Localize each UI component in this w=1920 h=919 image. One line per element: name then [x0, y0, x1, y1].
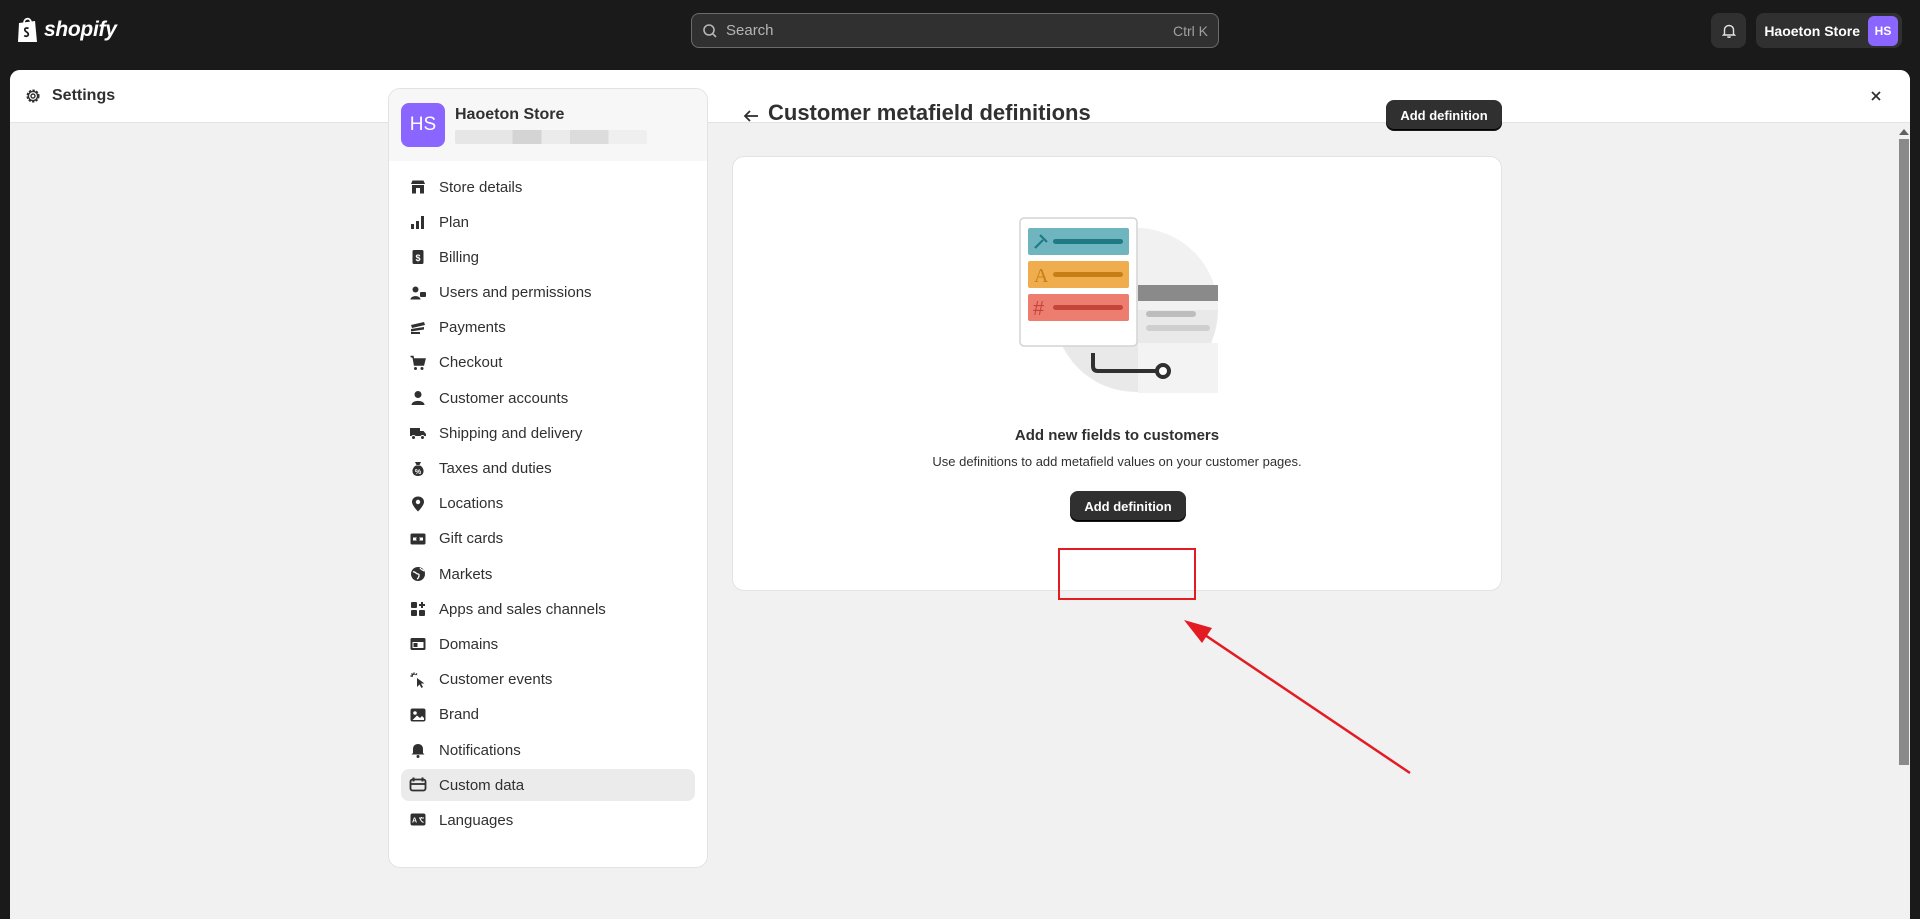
cart-icon [409, 354, 427, 372]
sidebar-item-users-and-permissions[interactable]: Users and permissions [401, 277, 695, 309]
search-placeholder: Search [726, 22, 774, 39]
gear-icon [26, 89, 40, 103]
sidebar-item-billing[interactable]: $ Billing [401, 241, 695, 273]
page-title: Customer metafield definitions [768, 100, 1091, 125]
sidebar-item-taxes-and-duties[interactable]: % Taxes and duties [401, 453, 695, 485]
sidebar-item-label: Plan [439, 213, 470, 231]
store-url-redacted [455, 130, 647, 144]
sidebar-item-apps-and-sales-channels[interactable]: Apps and sales channels [401, 593, 695, 625]
empty-state-description: Use definitions to add metafield values … [932, 454, 1302, 469]
svg-text:$: $ [415, 253, 420, 263]
store-icon [409, 178, 427, 196]
sidebar-item-label: Gift cards [439, 530, 504, 548]
metafields-illustration: A # [1019, 217, 1218, 393]
sidebar-item-customer-accounts[interactable]: Customer accounts [401, 382, 695, 414]
sidebar-item-payments[interactable]: Payments [401, 312, 695, 344]
settings-sidebar: HS Haoeton Store Store details Plan $ Billi… [388, 88, 708, 868]
sidebar-item-label: Locations [439, 495, 504, 513]
empty-state-add-definition-button[interactable]: Add definition [1070, 491, 1186, 521]
logo-text: shopify [44, 18, 117, 41]
payments-icon [409, 319, 427, 337]
bell-icon [409, 741, 427, 759]
scrollbar[interactable] [1896, 127, 1910, 919]
sidebar-item-custom-data[interactable]: Custom data [401, 769, 695, 802]
sidebar-item-brand[interactable]: Brand [401, 699, 695, 731]
store-avatar: HS [401, 103, 445, 147]
plan-icon [409, 213, 427, 231]
sidebar-item-customer-events[interactable]: Customer events [401, 664, 695, 696]
sidebar-item-label: Domains [439, 635, 499, 653]
sidebar-item-languages[interactable]: A Languages [401, 804, 695, 836]
language-icon: A [409, 811, 427, 829]
add-definition-button[interactable]: Add definition [1386, 100, 1502, 130]
sidebar-item-label: Custom data [439, 776, 525, 794]
store-name: Haoeton Store [1764, 22, 1860, 39]
store-menu-button[interactable]: Haoeton Store HS [1756, 13, 1902, 48]
sidebar-item-notifications[interactable]: Notifications [401, 734, 695, 766]
gift-card-icon [409, 530, 427, 548]
sidebar-item-label: Notifications [439, 741, 521, 759]
sidebar-item-label: Customer accounts [439, 389, 569, 407]
modal-title: Settings [52, 87, 116, 104]
back-button[interactable] [738, 103, 764, 129]
svg-text:A: A [412, 818, 417, 825]
sidebar-item-markets[interactable]: Markets [401, 558, 695, 590]
sidebar-item-label: Payments [439, 319, 506, 337]
avatar: HS [1868, 15, 1898, 46]
users-icon [409, 284, 427, 302]
sidebar-item-label: Store details [439, 178, 523, 196]
bell-icon [1721, 24, 1736, 38]
brand-icon [409, 706, 427, 724]
billing-icon: $ [409, 248, 427, 266]
annotation-highlight-box [1058, 548, 1196, 600]
notifications-button[interactable] [1711, 13, 1746, 48]
truck-icon [409, 424, 427, 442]
sidebar-item-domains[interactable]: Domains [401, 628, 695, 660]
apps-icon [409, 600, 427, 618]
sidebar-item-label: Customer events [439, 671, 553, 689]
sidebar-item-label: Taxes and duties [439, 460, 552, 477]
sidebar-item-gift-cards[interactable]: Gift cards [401, 523, 695, 555]
svg-text:A: A [1034, 265, 1049, 287]
svg-text:#: # [1033, 298, 1045, 320]
person-icon [409, 389, 427, 407]
cursor-icon [409, 671, 427, 689]
scroll-up-arrow[interactable] [1899, 129, 1909, 135]
domain-icon [409, 635, 427, 653]
sidebar-store-name: Haoeton Store [455, 106, 565, 123]
sidebar-item-label: Users and permissions [439, 284, 592, 302]
money-bag-icon: % [409, 460, 427, 478]
sidebar-item-label: Apps and sales channels [439, 600, 606, 618]
sidebar-item-label: Billing [439, 248, 480, 266]
search-shortcut: Ctrl K [1173, 22, 1208, 39]
location-pin-icon [409, 495, 427, 513]
globe-icon [409, 565, 427, 583]
close-icon [1871, 91, 1881, 101]
sidebar-item-checkout[interactable]: Checkout [401, 347, 695, 379]
shopify-logo[interactable]: shopify [16, 16, 117, 44]
sidebar-item-store-details[interactable]: Store details [401, 171, 695, 203]
sidebar-item-locations[interactable]: Locations [401, 488, 695, 520]
empty-state-title: Add new fields to customers [1014, 427, 1220, 444]
arrow-left-icon [743, 110, 758, 122]
store-header[interactable]: HS Haoeton Store [389, 89, 707, 161]
sidebar-item-label: Brand [439, 706, 480, 724]
sidebar-item-label: Markets [439, 565, 493, 583]
database-icon [409, 776, 427, 794]
empty-state-card: A # Add new fields to customers Use defi… [732, 156, 1502, 591]
svg-text:%: % [415, 469, 422, 476]
close-button[interactable] [1866, 86, 1886, 106]
scroll-thumb[interactable] [1899, 139, 1909, 765]
sidebar-item-label: Checkout [439, 354, 503, 372]
search-input[interactable]: Search Ctrl K [691, 13, 1219, 48]
sidebar-item-plan[interactable]: Plan [401, 206, 695, 238]
sidebar-item-shipping-and-delivery[interactable]: Shipping and delivery [401, 417, 695, 449]
search-icon [703, 23, 717, 38]
sidebar-item-label: Shipping and delivery [439, 424, 583, 442]
sidebar-item-label: Languages [439, 811, 514, 829]
top-bar: shopify Search Ctrl K Haoeton Store HS [0, 0, 1920, 61]
shopify-bag-icon [18, 17, 37, 42]
settings-nav: Store details Plan $ Billing Users and permi… [389, 161, 707, 836]
